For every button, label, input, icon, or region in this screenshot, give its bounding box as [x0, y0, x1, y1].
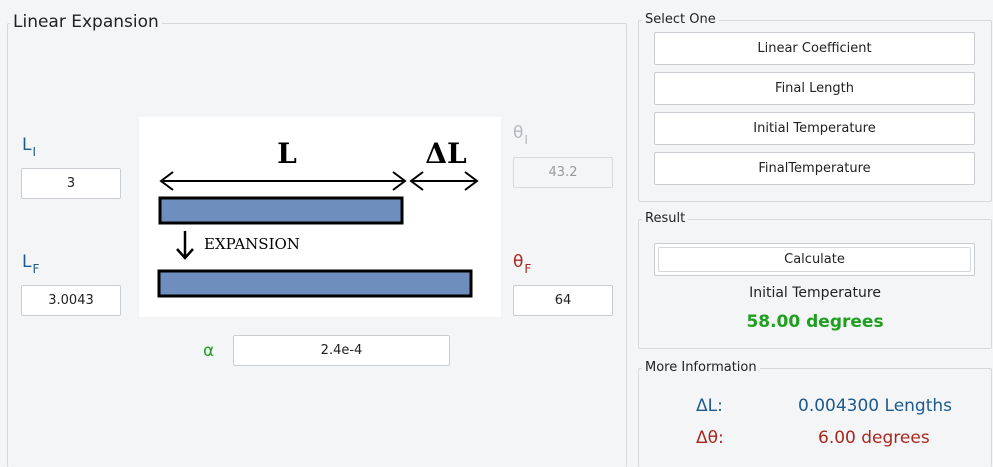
- initial-length-label: LI: [22, 135, 37, 159]
- result-title: Result: [642, 211, 689, 227]
- result-group: Result Initial Temperature 58.00 degrees: [638, 211, 992, 349]
- expansion-diagram-svg: L ΔL EXPANSION: [157, 137, 479, 298]
- initial-bar: [158, 196, 404, 225]
- more-information-group: More Information: [638, 360, 992, 467]
- final-length-field[interactable]: [21, 285, 121, 316]
- delta-length-arrow: [409, 171, 479, 191]
- result-value: 58.00 degrees: [746, 312, 884, 332]
- panel-title: Linear Expansion: [10, 11, 162, 33]
- expansion-arrow: [176, 231, 194, 260]
- delta-length-label: ΔL:: [696, 396, 723, 416]
- initial-temperature-button[interactable]: Initial Temperature: [654, 112, 975, 145]
- expansion-label: EXPANSION: [204, 235, 300, 253]
- initial-temperature-field: [513, 157, 613, 188]
- final-length-button[interactable]: Final Length: [654, 72, 975, 105]
- linear-coefficient-button[interactable]: Linear Coefficient: [654, 32, 975, 65]
- final-temperature-field[interactable]: [513, 285, 613, 316]
- alpha-field[interactable]: [233, 335, 450, 366]
- delta-length-symbol: ΔL: [425, 137, 467, 170]
- expanded-bar: [157, 269, 473, 298]
- delta-temperature-label: Δθ:: [696, 428, 724, 448]
- final-length-label: LF: [22, 252, 40, 276]
- length-arrow: [159, 171, 407, 191]
- initial-length-field[interactable]: [21, 168, 121, 199]
- delta-temperature-value: 6.00 degrees: [818, 428, 930, 448]
- calculate-button[interactable]: Calculate: [654, 243, 975, 276]
- initial-temperature-label: θI: [513, 123, 528, 147]
- final-temperature-button[interactable]: FinalTemperature: [654, 152, 975, 185]
- delta-length-value: 0.004300 Lengths: [798, 396, 953, 416]
- select-one-title: Select One: [642, 12, 719, 28]
- result-quantity: Initial Temperature: [749, 285, 881, 301]
- more-information-title: More Information: [642, 360, 760, 376]
- calculate-button-label: Calculate: [658, 247, 971, 272]
- length-symbol: L: [277, 137, 297, 170]
- final-temperature-label: θF: [513, 252, 532, 276]
- alpha-label: α: [203, 341, 215, 361]
- expansion-diagram: L ΔL EXPANSION: [139, 117, 501, 317]
